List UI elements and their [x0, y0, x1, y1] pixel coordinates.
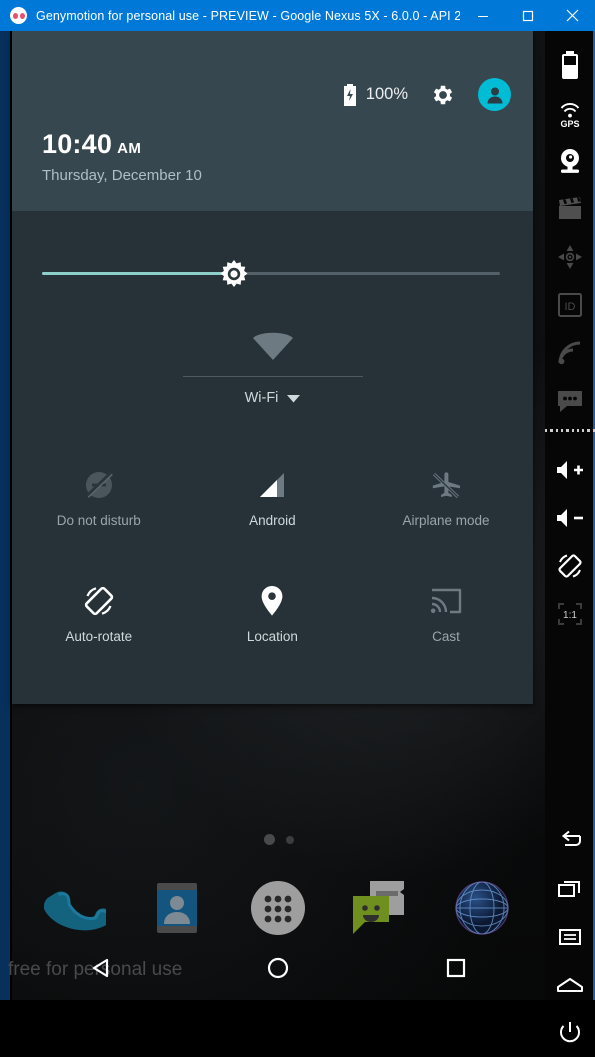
dock-item-app-drawer[interactable] — [241, 871, 315, 945]
dock-item-phone[interactable] — [38, 871, 112, 945]
camera-tool-icon[interactable] — [545, 137, 595, 185]
tile-airplane-mode[interactable]: Airplane mode — [359, 459, 533, 575]
do-not-disturb-off-icon — [82, 459, 116, 511]
sms-tool-icon[interactable] — [545, 377, 595, 425]
home-icon[interactable] — [545, 961, 595, 1009]
genymotion-toolbar: GPS ID 1:1 — [545, 31, 595, 1043]
android-navigation-bar — [12, 936, 545, 1000]
dock-item-browser[interactable] — [445, 871, 519, 945]
quick-settings-tiles: Do not disturb Android Airplane mode Aut… — [12, 459, 533, 691]
volume-up-icon[interactable] — [545, 446, 595, 494]
tile-do-not-disturb[interactable]: Do not disturb — [12, 459, 186, 575]
airplane-off-icon — [429, 459, 463, 511]
toolbar-top-group: GPS ID — [545, 41, 595, 435]
location-pin-icon — [259, 575, 285, 627]
tile-label: Android — [249, 513, 296, 528]
clock-ampm: AM — [117, 140, 142, 157]
one-to-one-icon[interactable]: 1:1 — [545, 590, 595, 638]
wifi-label-row[interactable]: Wi-Fi — [245, 390, 301, 406]
cast-icon — [429, 575, 463, 627]
tile-location[interactable]: Location — [186, 575, 360, 691]
volume-down-icon[interactable] — [545, 494, 595, 542]
close-button[interactable] — [550, 0, 595, 31]
dock-item-contacts[interactable] — [140, 871, 214, 945]
window-title-bar: Genymotion for personal use - PREVIEW - … — [0, 0, 595, 31]
dpad-tool-icon[interactable] — [545, 233, 595, 281]
svg-text:GPS: GPS — [560, 119, 579, 128]
nav-back-icon[interactable] — [66, 942, 136, 994]
minimize-button[interactable] — [460, 0, 505, 31]
page-indicator — [12, 834, 545, 845]
battery-status: 100% — [343, 83, 408, 106]
recents-icon[interactable] — [545, 865, 595, 913]
toolbar-bottom-group — [545, 817, 595, 1057]
quick-settings-panel: 100% 10:40 AM Thursday, December 10 Wi-F… — [12, 31, 533, 704]
clock-hhmm: 10:40 — [42, 129, 113, 159]
status-row: 100% — [343, 78, 511, 111]
network-tool-icon[interactable] — [545, 329, 595, 377]
gear-icon[interactable] — [430, 82, 456, 108]
menu-icon[interactable] — [545, 913, 595, 961]
window-controls — [460, 0, 595, 31]
nav-home-icon[interactable] — [243, 942, 313, 994]
tile-label: Do not disturb — [56, 513, 141, 528]
maximize-button[interactable] — [505, 0, 550, 31]
device-left-edge — [0, 31, 10, 1000]
clapper-tool-icon[interactable] — [545, 185, 595, 233]
tile-android-signal[interactable]: Android — [186, 459, 360, 575]
genymotion-logo-icon — [10, 7, 27, 24]
clock-date: Thursday, December 10 — [42, 167, 202, 184]
clock-time: 10:40 AM — [42, 129, 141, 160]
page-dot[interactable] — [285, 835, 294, 844]
rotate-screen-icon[interactable] — [545, 542, 595, 590]
tile-label: Cast — [432, 629, 460, 644]
id-tool-icon[interactable]: ID — [545, 281, 595, 329]
user-avatar-icon[interactable] — [478, 78, 511, 111]
chevron-down-icon[interactable] — [287, 394, 301, 403]
tile-label: Airplane mode — [402, 513, 490, 528]
toolbar-separator — [545, 425, 595, 435]
nav-recents-icon[interactable] — [421, 942, 491, 994]
wifi-tile[interactable]: Wi-Fi — [12, 326, 533, 406]
wifi-label: Wi-Fi — [244, 390, 279, 406]
toolbar-mid-group: 1:1 — [545, 446, 595, 638]
battery-charging-icon — [343, 83, 356, 106]
tile-label: Location — [246, 629, 298, 644]
home-dock — [12, 871, 545, 945]
battery-percent: 100% — [365, 85, 408, 103]
power-icon[interactable] — [545, 1009, 595, 1057]
tile-label: Auto-rotate — [65, 629, 133, 644]
page-dot-active[interactable] — [263, 834, 275, 845]
brightness-slider[interactable] — [42, 260, 500, 287]
window-title: Genymotion for personal use - PREVIEW - … — [36, 8, 460, 23]
auto-rotate-icon — [81, 575, 117, 627]
tile-auto-rotate[interactable]: Auto-rotate — [12, 575, 186, 691]
tile-cast[interactable]: Cast — [359, 575, 533, 691]
dock-item-messaging[interactable] — [343, 871, 417, 945]
cell-signal-icon — [255, 459, 289, 511]
brightness-sun-icon[interactable] — [216, 256, 252, 292]
genymotion-window: Genymotion for personal use - PREVIEW - … — [0, 0, 595, 1043]
quick-settings-header: 100% 10:40 AM Thursday, December 10 — [12, 31, 533, 211]
device-screen: free for personal use 100% 10:40 AM Thur… — [0, 31, 545, 1000]
wifi-divider — [182, 376, 363, 377]
gps-tool-icon[interactable]: GPS — [545, 89, 595, 137]
slider-fill — [42, 272, 232, 275]
battery-tool-icon[interactable] — [545, 41, 595, 89]
svg-text:1:1: 1:1 — [563, 610, 577, 621]
svg-text:ID: ID — [565, 301, 576, 313]
back-arrow-icon[interactable] — [545, 817, 595, 865]
wifi-icon — [252, 332, 293, 360]
